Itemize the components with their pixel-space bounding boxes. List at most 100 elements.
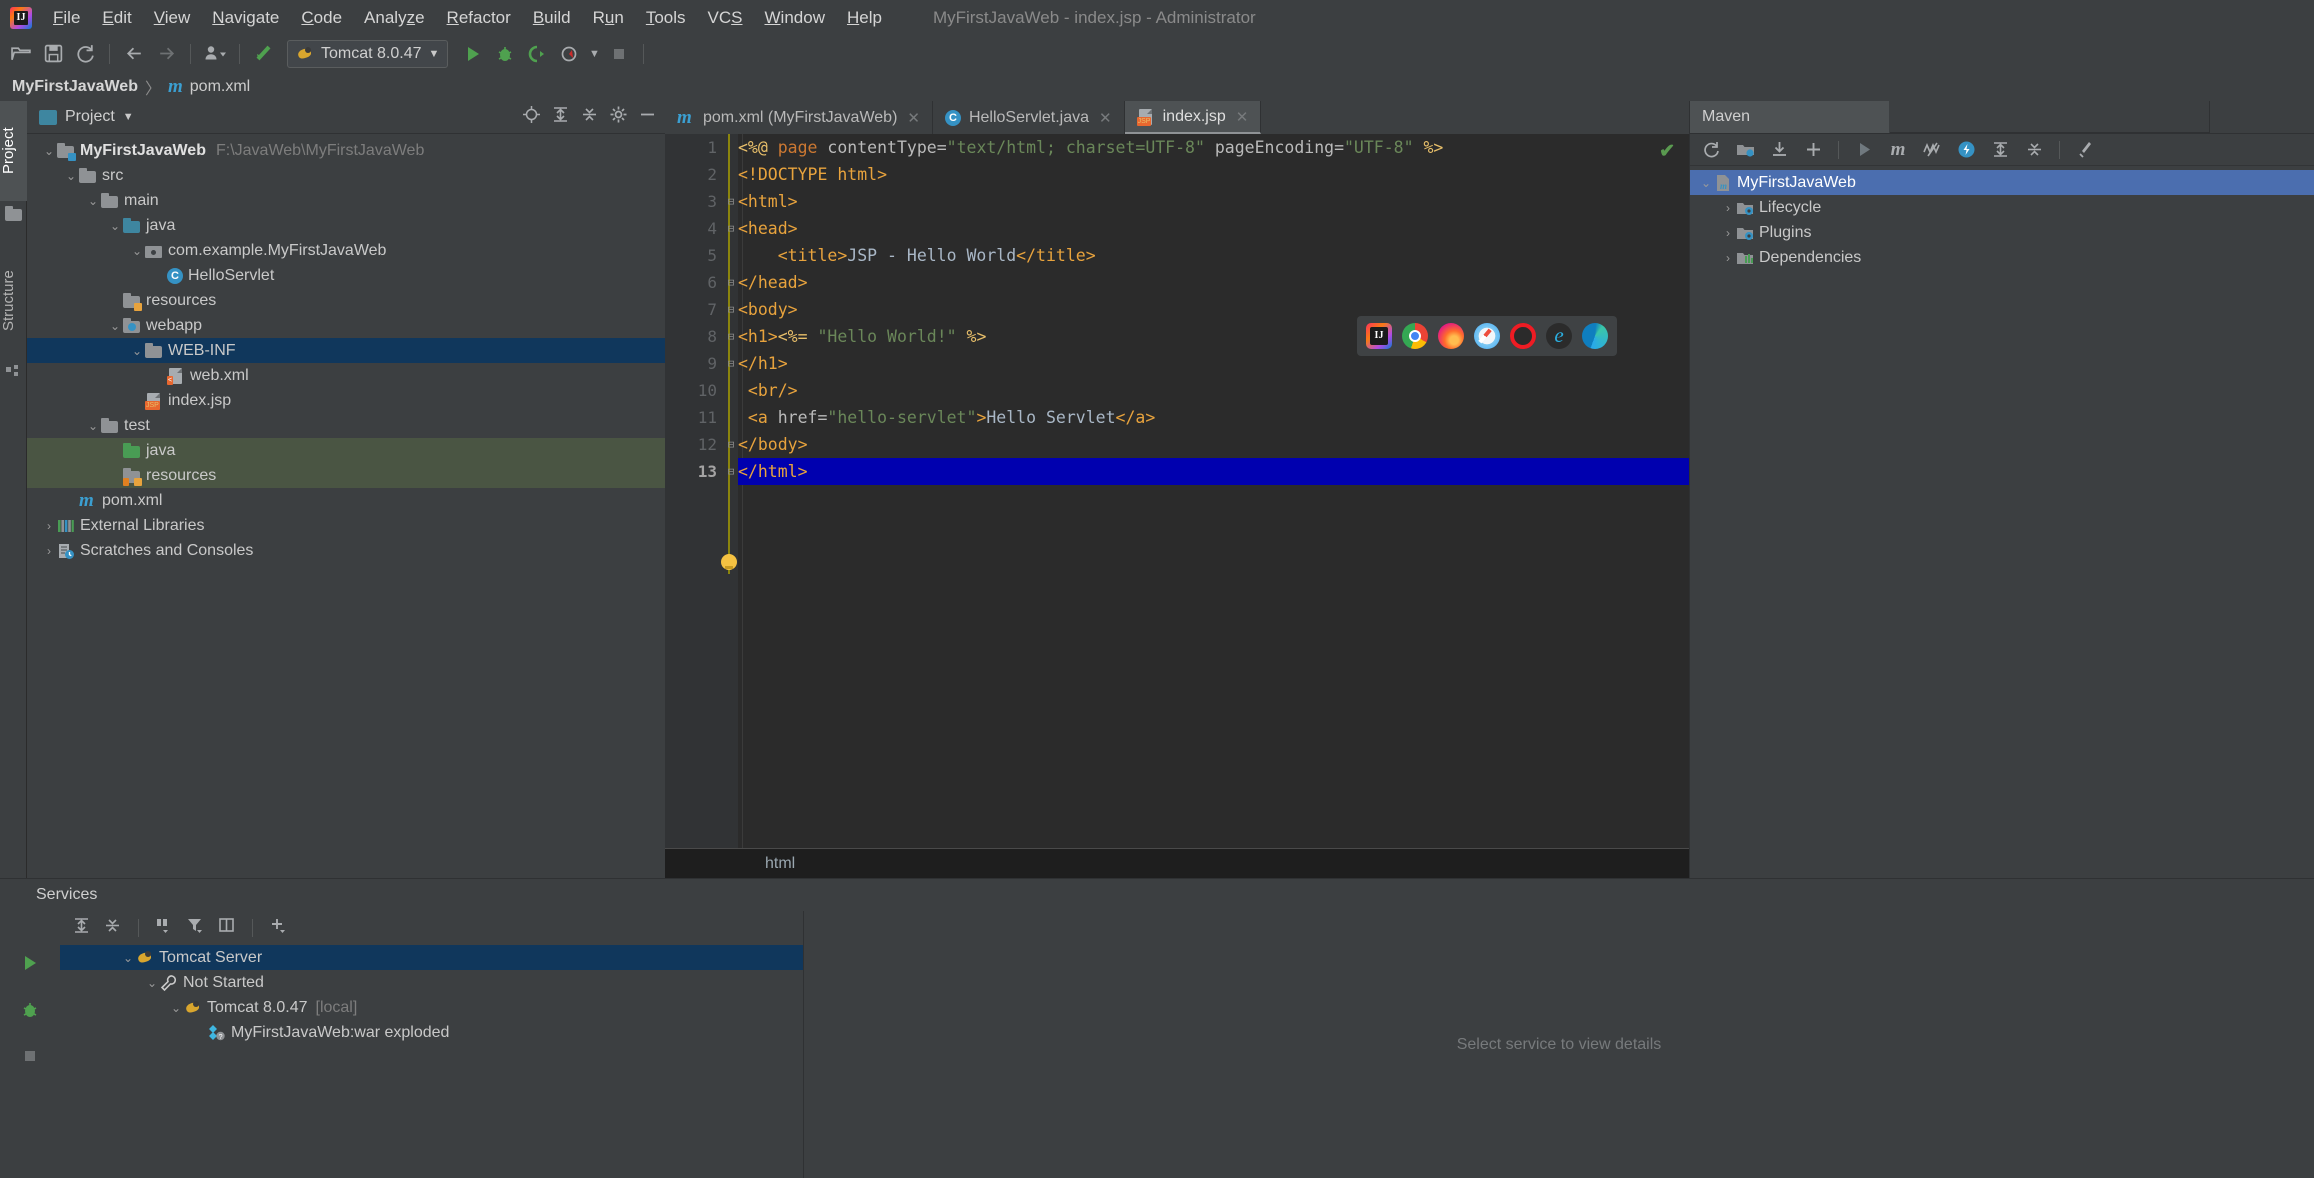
editor-bottom-breadcrumb[interactable]: html	[665, 848, 1689, 878]
editor-tab-bar[interactable]: m pom.xml (MyFirstJavaWeb) ✕ C HelloServlet.…	[665, 101, 1689, 134]
chevron-down-icon[interactable]: ⌄	[120, 951, 136, 965]
tree-row[interactable]: java	[27, 438, 665, 463]
tree-row[interactable]: m pom.xml	[27, 488, 665, 513]
execute-maven-goal-icon[interactable]: m	[1885, 138, 1911, 162]
menu-item-view[interactable]: View	[143, 5, 202, 31]
service-tree-row[interactable]: ⌄ Not Started	[60, 970, 803, 995]
firefox-browser-icon[interactable]	[1438, 323, 1464, 349]
tree-row[interactable]: ⌄ MyFirstJavaWeb F:\JavaWeb\MyFirstJavaWeb	[27, 138, 665, 163]
maven-tree-row[interactable]: › Lifecycle	[1690, 195, 2314, 220]
menu-item-help[interactable]: Help	[836, 5, 893, 31]
gear-icon[interactable]	[609, 105, 628, 129]
editor-tab-helloservlet-java[interactable]: C HelloServlet.java ✕	[933, 101, 1125, 134]
run-icon[interactable]	[20, 953, 40, 978]
fold-collapse-icon[interactable]: ⊟	[725, 296, 737, 323]
service-tree-row[interactable]: ⌄ Tomcat 8.0.47 [local]	[60, 995, 803, 1020]
code-line[interactable]: 11 <a href="hello-servlet">Hello Servlet…	[698, 404, 1689, 431]
code-line[interactable]: 1 <%@ page contentType="text/html; charse…	[707, 134, 1689, 161]
tree-row[interactable]: › Scratches and Consoles	[27, 538, 665, 563]
tree-row[interactable]: ⌄ src	[27, 163, 665, 188]
locate-target-icon[interactable]	[522, 105, 541, 129]
code-line[interactable]: 3 ⊟ <html>	[707, 188, 1689, 215]
group-by-icon[interactable]	[155, 916, 174, 940]
close-icon[interactable]: ✕	[907, 109, 920, 127]
generate-sources-icon[interactable]	[1732, 138, 1758, 162]
add-maven-project-icon[interactable]	[1800, 138, 1826, 162]
chevron-down-icon[interactable]: ⌄	[41, 144, 57, 158]
tree-row[interactable]: ⌄ WEB-INF	[27, 338, 665, 363]
run-icon[interactable]	[1851, 138, 1877, 162]
collapse-all-icon[interactable]	[580, 105, 599, 129]
chevron-down-icon[interactable]: ⌄	[85, 194, 101, 208]
collapse-all-icon[interactable]	[2021, 138, 2047, 162]
back-arrow-icon[interactable]	[119, 40, 149, 68]
expand-all-icon[interactable]	[551, 105, 570, 129]
filter-icon[interactable]	[186, 916, 205, 940]
fold-collapse-icon[interactable]: ⊟	[725, 323, 737, 350]
chevron-down-icon[interactable]: ⌄	[63, 169, 79, 183]
expand-all-icon[interactable]	[72, 916, 91, 940]
stop-button[interactable]	[604, 40, 634, 68]
close-icon[interactable]: ✕	[1236, 108, 1249, 126]
code-line[interactable]: 13 ⊟ </html>	[698, 458, 1689, 485]
editor-tab-index-jsp[interactable]: JSP index.jsp ✕	[1124, 101, 1262, 134]
run-configuration-selector[interactable]: Tomcat 8.0.47 ▼	[287, 39, 449, 68]
inspection-ok-checkmark-icon[interactable]: ✔	[1659, 140, 1675, 163]
chevron-down-icon[interactable]: ⌄	[129, 244, 145, 258]
menu-item-edit[interactable]: Edit	[91, 5, 142, 31]
toggle-skip-tests-icon[interactable]	[1919, 138, 1945, 162]
tree-row[interactable]: › External Libraries	[27, 513, 665, 538]
sidebar-item-project[interactable]: Project	[0, 101, 27, 201]
save-all-icon[interactable]	[38, 40, 68, 68]
menu-item-code[interactable]: Code	[290, 5, 353, 31]
toggle-offline-icon[interactable]	[1953, 138, 1979, 162]
chevron-down-icon[interactable]: ⌄	[107, 219, 123, 233]
sidebar-item-structure[interactable]: Structure	[0, 241, 27, 361]
tree-row[interactable]: resources	[27, 463, 665, 488]
fold-end-icon[interactable]: ⊟	[725, 431, 737, 458]
chevron-right-icon[interactable]: ›	[41, 519, 57, 533]
chevron-down-icon[interactable]: ⌄	[107, 319, 123, 333]
reimport-icon[interactable]	[1698, 138, 1724, 162]
chevron-right-icon[interactable]: ›	[41, 544, 57, 558]
update-project-icon[interactable]	[200, 40, 230, 68]
download-sources-icon[interactable]	[1766, 138, 1792, 162]
code-line[interactable]: 10 <br/>	[698, 377, 1689, 404]
expand-all-icon[interactable]	[1987, 138, 2013, 162]
fold-end-icon[interactable]: ⊟	[725, 269, 737, 296]
close-icon[interactable]: ✕	[1099, 109, 1112, 127]
menu-item-vcs[interactable]: VCS	[697, 5, 754, 31]
chevron-down-icon[interactable]: ⌄	[168, 1001, 184, 1015]
chrome-browser-icon[interactable]	[1402, 323, 1428, 349]
debug-icon[interactable]	[20, 1000, 40, 1025]
breadcrumb-project[interactable]: MyFirstJavaWeb	[12, 78, 138, 96]
code-line[interactable]: 5 <title>JSP - Hello World</title>	[707, 242, 1689, 269]
opera-browser-icon[interactable]	[1510, 323, 1536, 349]
tree-row[interactable]: ⌄ test	[27, 413, 665, 438]
run-with-coverage-button[interactable]	[522, 40, 552, 68]
menu-item-run[interactable]: Run	[582, 5, 635, 31]
internet-explorer-browser-icon[interactable]: e	[1546, 323, 1572, 349]
editor-tab-pom-xml[interactable]: m pom.xml (MyFirstJavaWeb) ✕	[665, 101, 933, 134]
code-line[interactable]: 6 ⊟ </head>	[707, 269, 1689, 296]
menu-item-navigate[interactable]: Navigate	[201, 5, 290, 31]
open-folder-icon[interactable]	[6, 40, 36, 68]
maven-tree[interactable]: ⌄ m MyFirstJavaWeb › Lifecycle › Plugins › Depen…	[1690, 166, 2314, 270]
chevron-down-icon[interactable]: ⌄	[144, 976, 160, 990]
profile-dropdown-icon[interactable]: ▼	[586, 40, 602, 68]
fold-end-icon[interactable]: ⊟	[725, 458, 737, 485]
code-line[interactable]: 2 <!DOCTYPE html>	[707, 161, 1689, 188]
forward-arrow-icon[interactable]	[151, 40, 181, 68]
menu-item-analyze[interactable]: Analyze	[353, 5, 436, 31]
fold-collapse-icon[interactable]: ⊟	[725, 215, 737, 242]
make-project-icon[interactable]	[249, 40, 279, 68]
edge-browser-icon[interactable]	[1582, 323, 1608, 349]
menu-item-refactor[interactable]: Refactor	[436, 5, 522, 31]
tree-row[interactable]: ⌄ main	[27, 188, 665, 213]
tab-maven[interactable]: Maven	[1690, 101, 1890, 133]
code-line[interactable]: 4 ⊟ <head>	[707, 215, 1689, 242]
chevron-down-icon[interactable]: ⌄	[85, 419, 101, 433]
code-editor[interactable]: 1 <%@ page contentType="text/html; charse…	[665, 134, 1689, 848]
tree-row[interactable]: < web.xml	[27, 363, 665, 388]
sync-refresh-icon[interactable]	[70, 40, 100, 68]
